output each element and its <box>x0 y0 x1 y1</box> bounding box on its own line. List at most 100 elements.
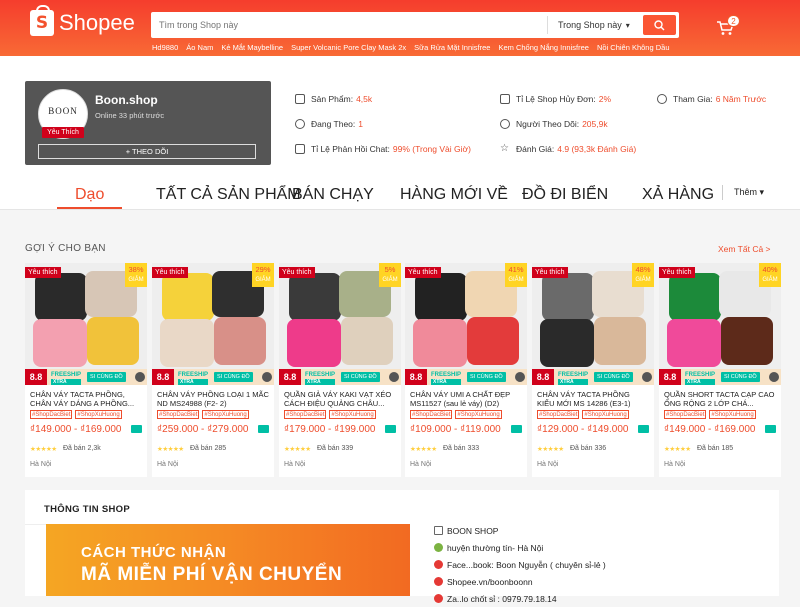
video-play-icon[interactable] <box>262 372 272 382</box>
product-card[interactable]: Yêu thích 5% GIẢM 8.8 FREESHIP XTRA SI CÙN… <box>279 263 401 477</box>
product-name[interactable]: QUẦN GIẢ VÁY KAKI VẠT XÉO CÁCH ĐIỆU QUẢN… <box>284 390 396 408</box>
freeship-tag: FREESHIP XTRA <box>558 372 589 385</box>
search-bar: Trong Shop này▾ <box>151 12 679 38</box>
tag-shop-xu-huong: #ShopXuHuong <box>202 410 249 419</box>
product-name[interactable]: CHÂN VÁY TACTA PHỒNG KIỂU MỚI MS 14286 (… <box>537 390 649 408</box>
tag-shop-xu-huong: #ShopXuHuong <box>709 410 756 419</box>
rating-stars: ★★★★★ <box>157 446 184 453</box>
top-header: S Shopee Trong Shop này▾ 2 Hd9880 Áo Nam… <box>0 0 800 56</box>
search-hint-link[interactable]: Kẻ Mắt Maybelline <box>221 43 283 52</box>
product-name[interactable]: CHÂN VÁY PHỒNG LOẠI 1 MÃC ND MS24988 (F2… <box>157 390 269 408</box>
product-card[interactable]: Yêu thích 29% GIẢM 8.8 FREESHIP XTRA SI CÙ… <box>152 263 274 477</box>
tag-shop-dac-biet: #ShopDacBiet <box>537 410 580 419</box>
video-play-icon[interactable] <box>769 372 779 382</box>
sold-count: Đã bán 339 <box>317 445 354 452</box>
tabs-border <box>0 209 800 210</box>
product-card[interactable]: Yêu thích 38% GIẢM 8.8 FREESHIP XTRA SI CÙ… <box>25 263 147 477</box>
video-play-icon[interactable] <box>515 372 525 382</box>
product-location: Hà Nội <box>157 461 179 468</box>
cart-count-badge: 2 <box>727 15 740 27</box>
discount-badge: 48% GIẢM <box>632 263 654 287</box>
contact-line: BOON SHOP <box>434 522 606 539</box>
sale-8-8-tag: 8.8 <box>659 369 681 385</box>
product-location: Hà Nội <box>537 461 559 468</box>
product-image[interactable]: Yêu thích 40% GIẢM 8.8 FREESHIP XTRA SI CÙ… <box>659 263 781 385</box>
tab-more-dropdown[interactable]: Thêm ▾ <box>734 187 764 198</box>
search-input[interactable] <box>155 15 535 35</box>
product-name[interactable]: CHÂN VÁY TACTA PHỒNG, CHÂN VÁY DÁNG A PH… <box>30 390 142 408</box>
rating-stars: ★★★★★ <box>284 446 311 453</box>
promo-banner[interactable]: CÁCH THỨC NHẬN MÃ MIỄN PHÍ VẬN CHUYỂN <box>46 524 410 596</box>
tab-clearance[interactable]: XẢ HÀNG <box>642 186 714 204</box>
video-play-icon[interactable] <box>389 372 399 382</box>
product-price: ₫179.000 - ₫199.000 <box>284 424 376 435</box>
tab-all-products[interactable]: TẤT CẢ SẢN PHẨM <box>156 186 301 204</box>
product-name[interactable]: QUẦN SHORT TACTA CẠP CAO ỐNG RỘNG 2 LỚP … <box>664 390 776 408</box>
rating-stars: ★★★★★ <box>410 446 437 453</box>
tag-shop-dac-biet: #ShopDacBiet <box>284 410 327 419</box>
tag-shop-xu-huong: #ShopXuHuong <box>329 410 376 419</box>
search-hint-link[interactable]: Nồi Chiên Không Dầu <box>597 43 670 52</box>
promo-strip: 8.8 FREESHIP XTRA SI CÙNG ĐỒ <box>405 369 527 385</box>
product-name[interactable]: CHÂN VÁY UMI A CHẤT ĐẸP MS11527 (sau lẻ … <box>410 390 522 408</box>
sale-8-8-tag: 8.8 <box>152 369 174 385</box>
product-image[interactable]: Yêu thích 41% GIẢM 8.8 FREESHIP XTRA SI CÙ… <box>405 263 527 385</box>
discount-badge: 40% GIẢM <box>759 263 781 287</box>
tab-new-arrivals[interactable]: HÀNG MỚI VỀ <box>400 186 508 204</box>
truck-icon <box>511 425 522 433</box>
product-image[interactable]: Yêu thích 29% GIẢM 8.8 FREESHIP XTRA SI CÙ… <box>152 263 274 385</box>
discount-badge: 41% GIẢM <box>505 263 527 287</box>
product-tags: #ShopDacBiet #ShopXuHuong <box>537 410 629 419</box>
sale-8-8-tag: 8.8 <box>532 369 554 385</box>
rating-stars: ★★★★★ <box>664 446 691 453</box>
gift-tag: SI CÙNG ĐỒ <box>467 372 506 382</box>
truck-icon <box>385 425 396 433</box>
tab-home[interactable]: Dạo <box>56 186 123 209</box>
shopee-logo[interactable]: S Shopee <box>30 5 135 36</box>
product-card[interactable]: Yêu thích 40% GIẢM 8.8 FREESHIP XTRA SI CÙ… <box>659 263 781 477</box>
gift-tag: SI CÙNG ĐỒ <box>721 372 760 382</box>
search-hint-link[interactable]: Super Volcanic Pore Clay Mask 2x <box>291 43 406 52</box>
tag-shop-xu-huong: #ShopXuHuong <box>455 410 502 419</box>
contact-line: Shopee.vn/boonboonn <box>434 573 606 590</box>
search-hint-link[interactable]: Sữa Rửa Mặt Innisfree <box>414 43 490 52</box>
product-tags: #ShopDacBiet #ShopXuHuong <box>284 410 376 419</box>
search-hint-link[interactable]: Kem Chống Nắng Innisfree <box>498 43 588 52</box>
search-scope-dropdown[interactable]: Trong Shop này ▾ <box>547 16 643 34</box>
see-all-link[interactable]: Xem Tất Cả > <box>718 244 771 254</box>
stat-chat-response: Tỉ Lệ Phản Hồi Chat: 99% (Trong Vài Giờ) <box>295 144 471 154</box>
gift-tag: SI CÙNG ĐỒ <box>87 372 126 382</box>
product-tags: #ShopDacBiet #ShopXuHuong <box>664 410 756 419</box>
tag-shop-dac-biet: #ShopDacBiet <box>664 410 707 419</box>
product-image[interactable]: Yêu thích 5% GIẢM 8.8 FREESHIP XTRA SI CÙN… <box>279 263 401 385</box>
tab-best-sellers[interactable]: BÁN CHẠY <box>292 186 374 204</box>
rating-stars: ★★★★★ <box>537 446 564 453</box>
stat-cancel-rate: Tỉ Lệ Shop Hủy Đơn: 2% <box>500 94 611 104</box>
freeship-tag: FREESHIP XTRA <box>305 372 336 385</box>
location-icon <box>434 543 443 552</box>
search-hint-link[interactable]: Áo Nam <box>186 43 213 52</box>
video-play-icon[interactable] <box>642 372 652 382</box>
product-image[interactable]: Yêu thích 48% GIẢM 8.8 FREESHIP XTRA SI CÙ… <box>532 263 654 385</box>
tab-beachwear[interactable]: ĐỒ ĐI BIỂN <box>522 186 608 204</box>
product-price: ₫149.000 - ₫169.000 <box>664 424 756 435</box>
sale-8-8-tag: 8.8 <box>25 369 47 385</box>
search-button[interactable] <box>643 15 676 35</box>
product-location: Hà Nội <box>664 461 686 468</box>
stat-products: Sản Phẩm: 4,5k <box>295 94 372 104</box>
follow-button[interactable]: + THEO DÕI <box>38 144 256 159</box>
video-play-icon[interactable] <box>135 372 145 382</box>
promo-strip: 8.8 FREESHIP XTRA SI CÙNG ĐỒ <box>25 369 147 385</box>
product-tags: #ShopDacBiet #ShopXuHuong <box>410 410 502 419</box>
search-hint-link[interactable]: Hd9880 <box>152 43 178 52</box>
favorite-shop-badge: Yêu Thích <box>42 127 84 138</box>
cart-button[interactable]: 2 <box>716 15 740 41</box>
product-tags: #ShopDacBiet #ShopXuHuong <box>157 410 249 419</box>
contact-line: Za..lo chốt sỉ : 0979.79.18.14 <box>434 590 606 607</box>
star-icon: ☆ <box>500 143 509 154</box>
product-card[interactable]: Yêu thích 48% GIẢM 8.8 FREESHIP XTRA SI CÙ… <box>532 263 654 477</box>
product-card[interactable]: Yêu thích 41% GIẢM 8.8 FREESHIP XTRA SI CÙ… <box>405 263 527 477</box>
promo-strip: 8.8 FREESHIP XTRA SI CÙNG ĐỒ <box>532 369 654 385</box>
product-price: ₫149.000 - ₫169.000 <box>30 424 122 435</box>
product-image[interactable]: Yêu thích 38% GIẢM 8.8 FREESHIP XTRA SI CÙ… <box>25 263 147 385</box>
